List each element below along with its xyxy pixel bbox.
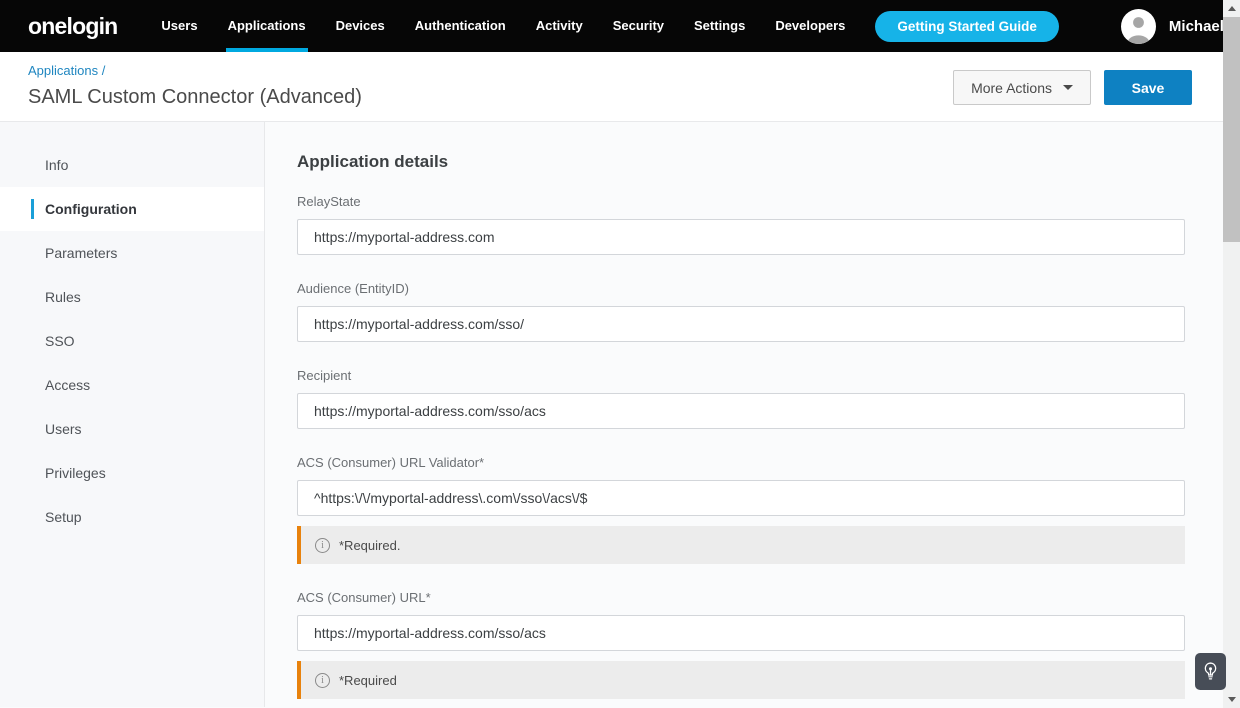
field-acs-url-validator: ACS (Consumer) URL Validator* i *Require… (297, 455, 1185, 564)
sidebar-item-access[interactable]: Access (0, 363, 264, 407)
nav-item-applications[interactable]: Applications (228, 0, 306, 52)
section-heading: Application details (297, 152, 1185, 172)
sidebar-item-users[interactable]: Users (0, 407, 264, 451)
relaystate-input[interactable] (297, 219, 1185, 255)
field-relaystate: RelayState (297, 194, 1185, 255)
user-name: Michael (1169, 18, 1224, 35)
audience-label: Audience (EntityID) (297, 281, 1185, 296)
field-recipient: Recipient (297, 368, 1185, 429)
acs-url-label: ACS (Consumer) URL* (297, 590, 1185, 605)
required-note-text: *Required (339, 673, 397, 688)
nav-item-security[interactable]: Security (613, 0, 664, 52)
save-button[interactable]: Save (1104, 70, 1192, 105)
triangle-down-icon (1228, 697, 1236, 702)
recipient-input[interactable] (297, 393, 1185, 429)
header-actions: More Actions Save (953, 70, 1192, 121)
configuration-panel: Application details RelayState Audience … (265, 122, 1240, 707)
primary-nav: Users Applications Devices Authenticatio… (161, 0, 875, 52)
sidebar-item-parameters[interactable]: Parameters (0, 231, 264, 275)
info-icon: i (315, 538, 330, 553)
sidebar-item-setup[interactable]: Setup (0, 495, 264, 539)
nav-item-users[interactable]: Users (161, 0, 197, 52)
scrollbar-down-arrow[interactable] (1223, 691, 1240, 708)
lightbulb-help-button[interactable] (1195, 653, 1226, 690)
title-block: Applications / SAML Custom Connector (Ad… (28, 62, 362, 121)
onelogin-logo[interactable]: onelogin (28, 13, 117, 40)
getting-started-guide-button[interactable]: Getting Started Guide (875, 11, 1059, 42)
more-actions-label: More Actions (971, 80, 1052, 96)
sidebar-item-sso[interactable]: SSO (0, 319, 264, 363)
vertical-scrollbar[interactable] (1223, 0, 1240, 708)
page-title: SAML Custom Connector (Advanced) (28, 86, 362, 109)
relaystate-label: RelayState (297, 194, 1185, 209)
nav-item-developers[interactable]: Developers (775, 0, 845, 52)
required-note: i *Required. (297, 526, 1185, 564)
nav-item-authentication[interactable]: Authentication (415, 0, 506, 52)
lightbulb-icon (1203, 662, 1218, 681)
required-note-text: *Required. (339, 538, 400, 553)
user-avatar-icon (1121, 9, 1156, 44)
acs-validator-input[interactable] (297, 480, 1185, 516)
audience-input[interactable] (297, 306, 1185, 342)
scrollbar-thumb[interactable] (1223, 17, 1240, 242)
body: Info Configuration Parameters Rules SSO … (0, 122, 1240, 707)
more-actions-button[interactable]: More Actions (953, 70, 1091, 105)
active-indicator-bar (31, 199, 34, 219)
nav-item-activity[interactable]: Activity (536, 0, 583, 52)
recipient-label: Recipient (297, 368, 1185, 383)
user-menu[interactable]: Michael (1121, 9, 1224, 44)
required-note: i *Required (297, 661, 1185, 699)
info-icon: i (315, 673, 330, 688)
sidebar-item-info[interactable]: Info (0, 143, 264, 187)
nav-item-settings[interactable]: Settings (694, 0, 745, 52)
nav-item-devices[interactable]: Devices (336, 0, 385, 52)
sidebar-item-configuration[interactable]: Configuration (0, 187, 264, 231)
top-navbar: onelogin Users Applications Devices Auth… (0, 0, 1240, 52)
acs-url-input[interactable] (297, 615, 1185, 651)
field-audience-entityid: Audience (EntityID) (297, 281, 1185, 342)
sidebar-item-privileges[interactable]: Privileges (0, 451, 264, 495)
triangle-up-icon (1228, 6, 1236, 11)
scrollbar-up-arrow[interactable] (1223, 0, 1240, 17)
sidebar-item-rules[interactable]: Rules (0, 275, 264, 319)
page-header: Applications / SAML Custom Connector (Ad… (0, 52, 1240, 122)
breadcrumb[interactable]: Applications / (28, 63, 105, 78)
chevron-down-icon (1063, 85, 1073, 90)
app-sidebar: Info Configuration Parameters Rules SSO … (0, 122, 265, 707)
acs-validator-label: ACS (Consumer) URL Validator* (297, 455, 1185, 470)
field-acs-url: ACS (Consumer) URL* i *Required (297, 590, 1185, 699)
